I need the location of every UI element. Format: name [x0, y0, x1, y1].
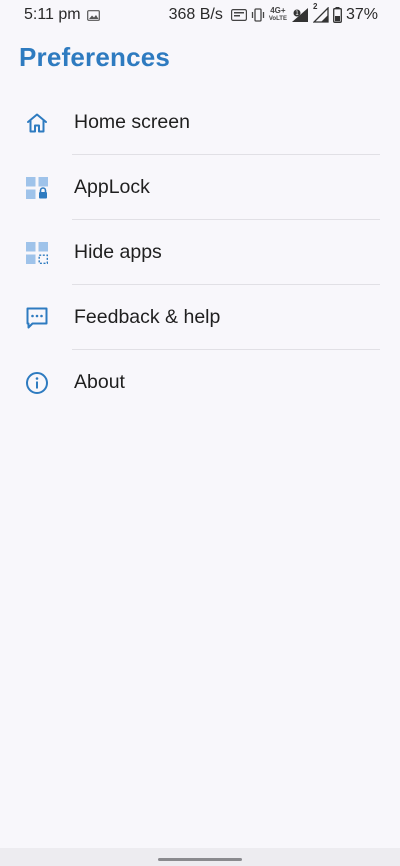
menu-item-applock[interactable]: AppLock: [0, 155, 400, 220]
status-bar: 5:11 pm 368 B/s 4G+ VoLTE 1 2 37%: [0, 0, 400, 30]
hide-apps-icon: [24, 240, 50, 266]
menu-item-hide-apps[interactable]: Hide apps: [0, 220, 400, 285]
signal-2-icon: 2: [312, 2, 329, 23]
menu-item-feedback-help[interactable]: Feedback & help: [0, 285, 400, 350]
volte-mini-icon: VoLTE: [268, 16, 287, 22]
status-left: 5:11 pm: [24, 6, 100, 24]
volte-icon: 4G+ VoLTE: [269, 7, 287, 23]
gesture-handle[interactable]: [158, 858, 242, 861]
home-icon: [24, 110, 50, 136]
vibrate-icon: [251, 8, 265, 22]
svg-text:1: 1: [295, 10, 299, 17]
menu-item-label: About: [74, 371, 125, 393]
status-right: 368 B/s 4G+ VoLTE 1 2 37%: [168, 2, 378, 24]
status-time: 5:11 pm: [24, 6, 81, 23]
gallery-notification-icon: [86, 9, 100, 21]
battery-icon: [333, 7, 342, 23]
info-icon: [24, 370, 50, 396]
preferences-menu: Home screen AppLock Hide apps Feedback &…: [0, 90, 400, 415]
sim2-label: 2: [312, 2, 318, 11]
signal-icon: 1: [291, 7, 309, 23]
menu-item-about[interactable]: About: [0, 350, 400, 415]
app-lock-icon: [24, 175, 50, 201]
navigation-bar: [0, 848, 400, 866]
menu-item-label: Home screen: [74, 111, 190, 133]
feedback-icon: [24, 305, 50, 331]
battery-percentage: 37%: [345, 6, 378, 23]
network-speed: 368 B/s: [168, 6, 223, 23]
page-title: Preferences: [19, 42, 171, 72]
network-type-label: 4G+: [270, 6, 286, 15]
menu-item-label: Hide apps: [74, 241, 162, 263]
menu-item-home-screen[interactable]: Home screen: [0, 90, 400, 155]
menu-item-label: AppLock: [74, 176, 150, 198]
nfc-icon: [230, 9, 247, 21]
menu-item-label: Feedback & help: [74, 306, 221, 328]
